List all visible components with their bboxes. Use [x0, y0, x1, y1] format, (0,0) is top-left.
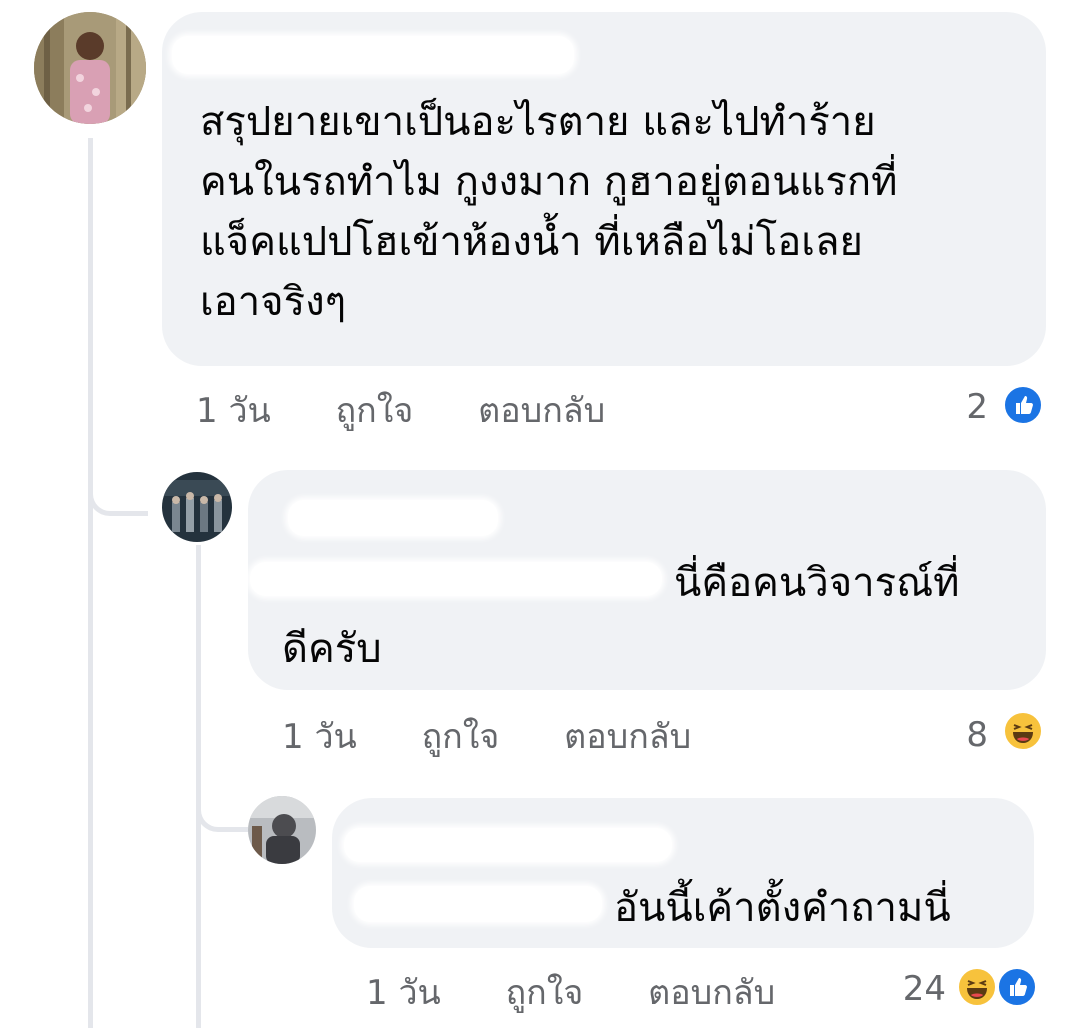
thread-line-reply — [196, 545, 201, 1028]
reaction-count[interactable]: 8 — [940, 710, 988, 760]
comment-text: สรุปยายเขาเป็นอะไรตาย และไปทำร้าย คนในรถ… — [200, 99, 898, 325]
avatar-photo — [162, 472, 232, 542]
avatar-photo — [34, 12, 146, 124]
thread-line-main — [88, 138, 93, 1028]
reaction-count[interactable]: 24 — [890, 964, 946, 1014]
reaction-count[interactable]: 2 — [940, 382, 988, 432]
like-icon — [1002, 384, 1044, 426]
comment-text-after-mention: อันนี้เค้าตั้งคำถามนี่ — [614, 885, 951, 931]
avatar[interactable] — [34, 12, 146, 124]
like-button[interactable]: ถูกใจ — [336, 391, 414, 431]
comment-text-line-2: ดีครับ — [282, 626, 382, 672]
haha-icon — [956, 966, 998, 1008]
comment-actions: 1 วัน ถูกใจ ตอบกลับ — [196, 386, 605, 436]
redacted-mention — [354, 886, 602, 922]
like-button[interactable]: ถูกใจ — [422, 717, 500, 757]
redacted-author-name — [344, 828, 672, 862]
comment-timestamp[interactable]: 1 วัน — [366, 973, 441, 1013]
avatar[interactable] — [162, 472, 232, 542]
like-icon — [996, 966, 1038, 1008]
comment-timestamp[interactable]: 1 วัน — [282, 717, 357, 757]
like-button[interactable]: ถูกใจ — [506, 973, 584, 1013]
comment-bubble: สรุปยายเขาเป็นอะไรตาย และไปทำร้าย คนในรถ… — [162, 12, 1046, 366]
avatar[interactable] — [248, 796, 316, 864]
redacted-mention — [250, 562, 662, 596]
haha-icon — [1002, 710, 1044, 752]
comment-actions: 1 วัน ถูกใจ ตอบกลับ — [366, 968, 775, 1018]
reply-button[interactable]: ตอบกลับ — [648, 973, 775, 1013]
reply-button[interactable]: ตอบกลับ — [564, 717, 691, 757]
comment-timestamp[interactable]: 1 วัน — [196, 391, 271, 431]
comment-text-after-mention: นี่คือคนวิจารณ์ที่ — [674, 560, 960, 606]
comment-bubble: นี่คือคนวิจารณ์ที่ ดีครับ — [248, 470, 1046, 690]
thread-line-branch-1 — [88, 488, 148, 516]
thread-line-branch-2 — [196, 800, 248, 832]
redacted-author-name — [288, 500, 498, 536]
avatar-photo — [248, 796, 316, 864]
reply-button[interactable]: ตอบกลับ — [478, 391, 605, 431]
comment-bubble: อันนี้เค้าตั้งคำถามนี่ — [332, 798, 1034, 948]
redacted-author-name — [172, 36, 574, 74]
comment-actions: 1 วัน ถูกใจ ตอบกลับ — [282, 712, 691, 762]
